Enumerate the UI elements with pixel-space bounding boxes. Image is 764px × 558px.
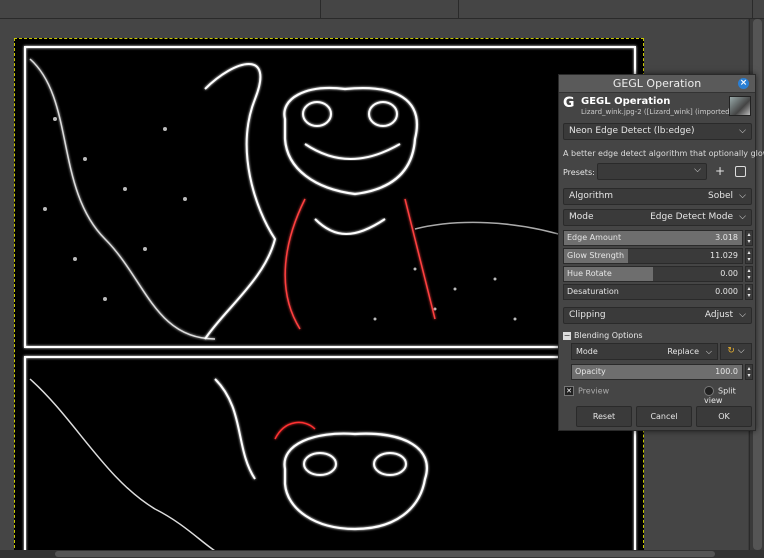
header-title: GEGL Operation [581,96,671,107]
chevron-down-icon: ⌵ [739,126,746,136]
algorithm-select[interactable]: Algorithm Sobel ⌵ [563,188,752,205]
glow-strength-spinner[interactable]: ▴ ▾ [745,248,753,264]
chevron-down-icon: ⌵ [705,347,712,356]
desaturation-slider[interactable]: Desaturation 0.000 [563,284,743,300]
composite-mode-button[interactable]: ↻ ⌵ [720,343,752,360]
composite-mode-icon: ↻ [727,346,735,356]
operation-value: Neon Edge Detect (lb:edge) [569,126,695,136]
mode-value: Edge Detect Mode [650,212,733,222]
hue-rotate-slider[interactable]: Hue Rotate 0.00 [563,266,743,282]
glow-strength-slider[interactable]: Glow Strength 11.029 [563,248,743,264]
image-thumbnail [729,96,751,116]
presets-label: Presets: [563,168,595,177]
opacity-slider[interactable]: Opacity 100.0 [571,364,743,380]
gegl-logo-icon: G [563,95,575,111]
preview-checkbox[interactable]: ✕ [564,386,574,396]
slider-label: Hue Rotate [567,269,612,278]
top-toolbar [0,0,764,19]
plus-icon[interactable]: + [715,165,725,177]
algorithm-label: Algorithm [569,191,614,201]
edge-amount-slider[interactable]: Edge Amount 3.018 [563,230,743,246]
slider-label: Desaturation [567,287,619,296]
split-view-toggle[interactable]: Split view [704,386,755,405]
gegl-operation-dialog: GEGL Operation × G GEGL Operation Lizard… [558,74,764,431]
toolbar-separator [320,0,321,18]
scrollbar-thumb[interactable] [55,551,715,557]
opacity-spinner[interactable]: ▴ ▾ [745,364,753,380]
operation-select[interactable]: Neon Edge Detect (lb:edge) ⌵ [563,123,752,140]
slider-value: 0.00 [720,269,738,278]
preview-toggle[interactable]: ✕ Preview [564,386,609,396]
presets-select[interactable]: ⌵ [597,163,707,180]
slider-value: 0.000 [715,287,738,296]
clipping-label: Clipping [569,310,606,320]
slider-value: 3.018 [715,233,738,242]
algorithm-value: Sobel [708,191,733,201]
chevron-down-icon: ⌵ [739,212,746,222]
ok-button[interactable]: OK [696,406,752,427]
opacity-label: Opacity [575,367,606,376]
edge-detected-image [24,46,636,557]
cancel-button[interactable]: Cancel [636,406,692,427]
toolbar-separator [458,0,459,18]
mode-select[interactable]: Mode Edge Detect Mode ⌵ [563,209,752,226]
close-icon[interactable]: × [738,78,749,89]
preview-label: Preview [578,386,610,396]
blend-mode-label: Mode [576,347,598,356]
chevron-down-icon: ⌵ [739,310,746,320]
blending-header: Blending Options [574,331,643,340]
slider-value: 11.029 [710,251,738,260]
blending-options-toggle[interactable]: − Blending Options [563,331,643,340]
edge-amount-spinner[interactable]: ▴ ▾ [745,230,753,246]
clipping-select[interactable]: Clipping Adjust ⌵ [563,307,752,324]
dialog-titlebar[interactable]: GEGL Operation × [559,75,755,93]
clipping-value: Adjust [704,310,733,320]
collapse-icon: − [563,330,571,340]
reset-button[interactable]: Reset [576,406,632,427]
chevron-down-icon: ⌵ [694,165,701,175]
slider-label: Glow Strength [567,251,625,260]
operation-description: A better edge detect algorithm that opti… [563,149,764,158]
blend-mode-value: Replace [667,347,699,356]
split-view-checkbox[interactable] [704,386,714,396]
horizontal-scrollbar[interactable] [0,550,764,558]
toolbar-separator [752,0,753,18]
dialog-title: GEGL Operation [612,77,702,90]
dialog-header: G GEGL Operation Lizard_wink.jpg-2 ([Liz… [559,93,755,121]
chevron-down-icon: ⌵ [739,191,746,201]
blend-mode-select[interactable]: Mode Replace ⌵ [571,343,718,360]
header-subtitle: Lizard_wink.jpg-2 ([Lizard_wink] (import… [581,108,736,116]
desaturation-spinner[interactable]: ▴ ▾ [745,284,753,300]
image-canvas[interactable] [14,38,644,558]
opacity-value: 100.0 [715,367,738,376]
chevron-down-icon: ⌵ [737,346,745,356]
hue-rotate-spinner[interactable]: ▴ ▾ [745,266,753,282]
menu-icon[interactable] [735,166,746,177]
slider-label: Edge Amount [567,233,622,242]
mode-label: Mode [569,212,594,222]
